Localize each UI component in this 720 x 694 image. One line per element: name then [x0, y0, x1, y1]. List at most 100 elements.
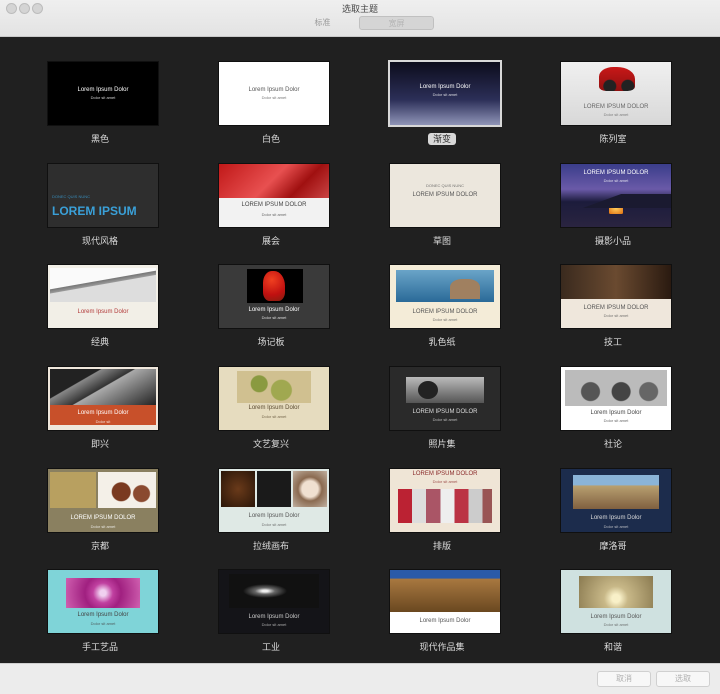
thumbnail-subtitle: Dolor sit amet — [261, 95, 287, 100]
theme-label: 和谐 — [533, 640, 693, 653]
theme-thumbnail[interactable]: Lorem Ipsum Dolor Dolor sit amet — [219, 469, 329, 532]
theme-11[interactable]: LOREM IPSUM DOLOR Dolor sit amet 乳色纸 — [362, 265, 522, 365]
theme-thumbnail[interactable]: LOREM IPSUM DOLOR Dolor sit amet — [561, 62, 671, 125]
theme-label: 草图 — [362, 234, 522, 247]
thumbnail-subtitle: Dolor sit amet — [603, 622, 629, 627]
thumbnail-title: Lorem Ipsum Dolor — [77, 309, 129, 315]
theme-gallery: Lorem Ipsum Dolor Dolor sit amet 黑色 Lorem I… — [0, 37, 720, 663]
theme-6[interactable]: LOREM IPSUM DOLOR Dolor sit amet 展会 — [191, 164, 351, 264]
theme-thumbnail[interactable]: Lorem Ipsum Dolor Dolor sit amet — [219, 367, 329, 430]
theme-21[interactable]: Lorem Ipsum Dolor Dolor sit amet 手工艺品 — [20, 570, 180, 663]
theme-thumbnail[interactable]: LOREM IPSUM DOLOR Dolor sit amet — [561, 265, 671, 328]
theme-thumbnail[interactable]: Lorem Ipsum Dolor Dolor sit amet — [390, 62, 500, 125]
theme-label: 现代作品集 — [362, 640, 522, 653]
thumbnail-subtitle: Dolor sit — [95, 419, 111, 424]
theme-24[interactable]: Lorem Ipsum Dolor Dolor sit amet 和谐 — [533, 570, 693, 663]
theme-10[interactable]: Lorem Ipsum Dolor Dolor sit amet 场记板 — [191, 265, 351, 365]
theme-label: 黑色 — [20, 132, 180, 145]
theme-thumbnail[interactable]: Lorem Ipsum Dolor Dolor sit amet — [561, 367, 671, 430]
theme-thumbnail[interactable]: Lorem Ipsum Dolor Dolor sit amet — [48, 62, 158, 125]
theme-9[interactable]: Lorem Ipsum Dolor 经典 — [20, 265, 180, 365]
theme-thumbnail[interactable]: Lorem Ipsum Dolor Dolor sit amet — [219, 62, 329, 125]
theme-thumbnail[interactable]: Lorem Ipsum Dolor Dolor sit amet — [219, 570, 329, 633]
thumbnail-title: LOREM IPSUM DOLOR — [412, 192, 478, 198]
theme-label: 经典 — [20, 335, 180, 348]
footer-bar: 取消 选取 — [0, 663, 720, 694]
theme-thumbnail[interactable]: LOREM IPSUM DOLOR Dolor sit amet — [390, 469, 500, 532]
theme-thumbnail[interactable]: LOREM IPSUM DOLOR DONEC QUIS NUNC — [390, 164, 500, 227]
theme-17[interactable]: LOREM IPSUM DOLOR Dolor sit amet 京都 — [20, 469, 180, 569]
thumbnail-subtitle: Dolor sit amet — [603, 313, 629, 318]
thumbnail-subtitle: Dolor sit amet — [603, 418, 629, 423]
thumbnail-subtitle: Dolor sit amet — [603, 178, 629, 183]
theme-label-text: 照片集 — [428, 439, 456, 449]
theme-label-text: 草图 — [432, 236, 451, 246]
theme-thumbnail[interactable]: Lorem Ipsum Dolor Dolor sit amet — [561, 570, 671, 633]
theme-thumbnail[interactable]: Lorem Ipsum Dolor Dolor sit — [48, 367, 158, 430]
theme-thumbnail[interactable]: Lorem Ipsum Dolor Dolor sit amet — [561, 469, 671, 532]
theme-label: 即兴 — [20, 437, 180, 450]
theme-19[interactable]: LOREM IPSUM DOLOR Dolor sit amet 排版 — [362, 469, 522, 569]
theme-3[interactable]: Lorem Ipsum Dolor Dolor sit amet 渐变 — [362, 62, 522, 162]
theme-label-text: 现代风格 — [81, 236, 118, 246]
theme-8[interactable]: LOREM IPSUM DOLOR Dolor sit amet 摄影小品 — [533, 164, 693, 264]
theme-23[interactable]: Lorem Ipsum Dolor 现代作品集 — [362, 570, 522, 663]
thumbnail-subtitle: Dolor sit amet — [261, 522, 287, 527]
theme-thumbnail[interactable]: Lorem Ipsum Dolor — [48, 265, 158, 328]
tab-wide[interactable]: 宽屏 — [359, 16, 434, 30]
theme-thumbnail[interactable]: Lorem Ipsum Dolor Dolor sit amet — [48, 570, 158, 633]
theme-label-text: 经典 — [90, 337, 109, 347]
theme-thumbnail[interactable]: LOREM IPSUM DOLOR Dolor sit amet — [561, 164, 671, 227]
theme-20[interactable]: Lorem Ipsum Dolor Dolor sit amet 摩洛哥 — [533, 469, 693, 569]
theme-thumbnail[interactable]: LOREM IPSUM DOLOR Dolor sit amet — [219, 164, 329, 227]
theme-label: 场记板 — [191, 335, 351, 348]
thumbnail-title: LOREM IPSUM DOLOR — [241, 202, 307, 208]
theme-22[interactable]: Lorem Ipsum Dolor Dolor sit amet 工业 — [191, 570, 351, 663]
theme-13[interactable]: Lorem Ipsum Dolor Dolor sit 即兴 — [20, 367, 180, 467]
theme-4[interactable]: LOREM IPSUM DOLOR Dolor sit amet 陈列室 — [533, 62, 693, 162]
thumbnail-title: Lorem Ipsum Dolor — [77, 87, 129, 93]
thumbnail-title: Lorem Ipsum Dolor — [248, 513, 300, 519]
aspect-segmented-control: 标准 宽屏 — [286, 16, 434, 30]
theme-label: 社论 — [533, 437, 693, 450]
theme-thumbnail[interactable]: LOREM IPSUM DOLOR Dolor sit amet — [390, 265, 500, 328]
theme-thumbnail[interactable]: LOREM IPSUM DONEC QUIS NUNC — [48, 164, 158, 227]
theme-1[interactable]: Lorem Ipsum Dolor Dolor sit amet 黑色 — [20, 62, 180, 162]
thumbnail-subtitle: Dolor sit amet — [432, 479, 458, 484]
thumbnail-subtitle: Dolor sit amet — [261, 622, 287, 627]
cancel-button[interactable]: 取消 — [597, 671, 651, 687]
theme-label-text: 陈列室 — [599, 134, 627, 144]
theme-label-text: 乳色纸 — [428, 337, 456, 347]
window-title: 选取主题 — [341, 4, 378, 14]
theme-thumbnail[interactable]: Lorem Ipsum Dolor — [390, 570, 500, 633]
theme-grid: Lorem Ipsum Dolor Dolor sit amet 黑色 Lorem I… — [0, 37, 720, 663]
theme-12[interactable]: LOREM IPSUM DOLOR Dolor sit amet 技工 — [533, 265, 693, 365]
theme-15[interactable]: LOREM IPSUM DOLOR Dolor sit amet 照片集 — [362, 367, 522, 467]
thumbnail-title: LOREM IPSUM DOLOR — [412, 309, 478, 315]
theme-7[interactable]: LOREM IPSUM DOLOR DONEC QUIS NUNC 草图 — [362, 164, 522, 264]
choose-button[interactable]: 选取 — [656, 671, 710, 687]
thumbnail-title: LOREM IPSUM — [52, 204, 137, 218]
thumbnail-subtitle: Dolor sit amet — [432, 317, 458, 322]
theme-label: 白色 — [191, 132, 351, 145]
theme-thumbnail[interactable]: Lorem Ipsum Dolor Dolor sit amet — [219, 265, 329, 328]
theme-label: 摄影小品 — [533, 234, 693, 247]
theme-label-text: 和谐 — [603, 642, 622, 652]
thumbnail-title: Lorem Ipsum Dolor — [248, 87, 300, 93]
theme-thumbnail[interactable]: LOREM IPSUM DOLOR Dolor sit amet — [390, 367, 500, 430]
theme-14[interactable]: Lorem Ipsum Dolor Dolor sit amet 文艺复兴 — [191, 367, 351, 467]
theme-5[interactable]: LOREM IPSUM DONEC QUIS NUNC 现代风格 — [20, 164, 180, 264]
theme-16[interactable]: Lorem Ipsum Dolor Dolor sit amet 社论 — [533, 367, 693, 467]
theme-label-text: 场记板 — [257, 337, 285, 347]
thumbnail-subtitle: DONEC QUIS NUNC — [425, 183, 464, 188]
theme-label: 拉绒画布 — [191, 539, 351, 552]
theme-thumbnail[interactable]: LOREM IPSUM DOLOR Dolor sit amet — [48, 469, 158, 532]
theme-label-text: 渐变 — [427, 133, 456, 145]
theme-2[interactable]: Lorem Ipsum Dolor Dolor sit amet 白色 — [191, 62, 351, 162]
tab-standard[interactable]: 标准 — [286, 16, 359, 30]
theme-label-text: 摩洛哥 — [599, 541, 627, 551]
theme-label-text: 展会 — [261, 236, 280, 246]
thumbnail-title: Lorem Ipsum Dolor — [248, 307, 300, 313]
thumbnail-title: Lorem Ipsum Dolor — [590, 614, 642, 620]
theme-18[interactable]: Lorem Ipsum Dolor Dolor sit amet 拉绒画布 — [191, 469, 351, 569]
